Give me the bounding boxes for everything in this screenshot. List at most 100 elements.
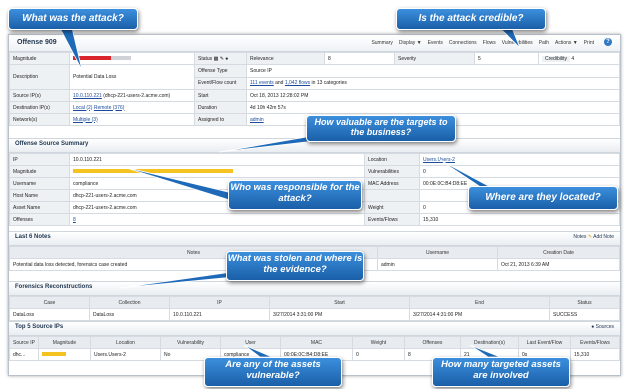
- start-label: Start: [194, 89, 247, 102]
- source-ip-value: 10.0.110.221 (dhcp-221-users-2.acme.com): [69, 89, 195, 102]
- ss-host-label: Host Name: [9, 189, 70, 202]
- forensics-header-collection[interactable]: Collection: [89, 296, 170, 309]
- forensics-header-status[interactable]: Status: [549, 296, 620, 309]
- ss-username-label: Username: [9, 177, 70, 190]
- callout-stolen: What was stolen and where is the evidenc…: [226, 251, 364, 281]
- notes-button[interactable]: Notes: [573, 234, 586, 240]
- start-value: Oct 18, 2013 12:28:02 PM: [246, 89, 620, 102]
- ss-ip-label: IP: [9, 153, 70, 166]
- ip-weight: 0: [351, 348, 405, 361]
- forensics-start: 3/27/2014 3:31:00 PM: [269, 308, 410, 321]
- ss-asset-label: Asset Name: [9, 201, 70, 214]
- ss-offenses-link[interactable]: 8: [73, 217, 76, 223]
- source-ip-host: (dhcp-221-users-2.acme.com): [103, 92, 171, 99]
- ss-weight-label: Weight: [364, 201, 420, 214]
- ip-header-weight[interactable]: Weight: [351, 336, 405, 349]
- dest-ip-label: Destination IP(s): [9, 101, 70, 114]
- toolbar-print[interactable]: Print: [584, 40, 594, 46]
- ip-header-location[interactable]: Location: [89, 336, 161, 349]
- toolbar-path[interactable]: Path: [539, 40, 549, 46]
- magnitude-label: Magnitude: [9, 52, 70, 65]
- top-ips-section: Top 5 Source IPs ● Sources Source IP Mag…: [9, 321, 620, 361]
- ip-header-mac[interactable]: MAC: [279, 336, 353, 349]
- ip-header-events-flows[interactable]: Events/Flows: [569, 336, 620, 349]
- forensics-header-ip[interactable]: IP: [169, 296, 270, 309]
- add-note-button[interactable]: Add Note: [593, 234, 614, 240]
- networks-label: Network(s): [9, 113, 70, 126]
- ip-header-destinations[interactable]: Destination(s): [459, 336, 519, 349]
- add-note-icon: ✎: [587, 234, 593, 240]
- ss-location-link[interactable]: Users.Users-2: [423, 157, 455, 163]
- ip-header-offenses[interactable]: Offenses: [403, 336, 461, 349]
- ss-events-label: Events/Flows: [364, 213, 420, 226]
- forensics-row[interactable]: DataLoss DataLoss 10.0.110.221 3/27/2014…: [9, 308, 620, 321]
- notes-title: Last 6 Notes: [15, 234, 51, 240]
- ip-magnitude-fill: [41, 352, 66, 357]
- toolbar-connections[interactable]: Connections: [449, 40, 477, 46]
- toolbar-summary[interactable]: Summary: [371, 40, 392, 46]
- top-ips-title: Top 5 Source IPs: [15, 324, 64, 330]
- severity-label: Severity: [394, 52, 475, 65]
- sources-button[interactable]: Sources: [596, 324, 614, 330]
- ss-vuln-label: Vulnerabilities: [364, 165, 420, 178]
- status-label: Status ▩ ✎ ●: [194, 52, 247, 65]
- note-date: Oct 21, 2013 6:39 AM: [497, 258, 620, 271]
- assigned-label: Assigned to: [194, 113, 247, 126]
- ss-magnitude-label: Magnitude: [9, 165, 70, 178]
- toolbar-actions[interactable]: Actions ▼: [555, 40, 578, 46]
- offense-type-label: Offense Type: [194, 64, 247, 78]
- credibility-label: Credibility: [542, 55, 570, 62]
- callout-targeted: How many targeted assets are involved: [432, 357, 570, 387]
- ss-ip-value: 10.0.110.221: [69, 153, 365, 166]
- magnitude-empty: [111, 56, 131, 61]
- forensics-header-end[interactable]: End: [409, 296, 550, 309]
- ip-header-magnitude[interactable]: Magnitude: [37, 336, 91, 349]
- duration-label: Duration: [194, 101, 247, 114]
- callout-vulnerable: Are any of the assets vulnerable?: [204, 357, 342, 387]
- callout-what-attack: What was the attack?: [8, 8, 138, 30]
- ss-offenses-value: 8: [69, 213, 365, 226]
- magnitude-red-fill: [73, 56, 111, 61]
- categories-text: in 13 categories: [311, 80, 347, 87]
- forensics-status: SUCCESS: [549, 308, 620, 321]
- notes-header-date[interactable]: Creation Date: [497, 246, 620, 259]
- notes-header-username[interactable]: Username: [377, 246, 498, 259]
- dest-remote-link[interactable]: Remote (376): [94, 105, 125, 111]
- event-flow-value: 111 events and 1,042 flows in 13 categor…: [246, 76, 620, 90]
- toolbar-display[interactable]: Display ▼: [399, 40, 422, 46]
- source-ip-link[interactable]: 10.0.110.221: [73, 93, 102, 99]
- toolbar-events[interactable]: Events: [428, 40, 443, 46]
- ss-empty-label: [364, 189, 420, 202]
- forensics-section: Forensics Reconstructions Case Collectio…: [9, 281, 620, 321]
- ip-header-user[interactable]: User: [219, 336, 281, 349]
- ip-header-vulnerability[interactable]: Vulnerability: [159, 336, 221, 349]
- ip-location: Users.Users-2: [89, 348, 161, 361]
- callout-responsible: Who was responsible for the attack?: [228, 180, 362, 210]
- severity-value: 5: [474, 52, 539, 65]
- relevance-label: Relevance: [246, 52, 325, 65]
- callout-valuable: How valuable are the targets to the busi…: [306, 115, 456, 142]
- forensics-header-case[interactable]: Case: [9, 296, 90, 309]
- ip-header-last-event[interactable]: Last Event/Flow: [517, 336, 571, 349]
- toolbar-flows[interactable]: Flows: [483, 40, 496, 46]
- dest-local-link[interactable]: Local (2): [73, 105, 92, 111]
- forensics-title: Forensics Reconstructions: [9, 281, 620, 296]
- events-link[interactable]: 111 events: [250, 80, 274, 86]
- networks-link[interactable]: Multiple (3): [73, 117, 98, 123]
- event-flow-label: Event/Flow count: [194, 76, 247, 90]
- status-label-text: Status: [198, 55, 213, 62]
- status-icon: ▩: [213, 55, 219, 62]
- ip-header-source[interactable]: Source IP: [9, 336, 39, 349]
- edit-icon[interactable]: ✎: [220, 56, 224, 62]
- toolbar-vulnerabilities[interactable]: Vulnerabilities: [502, 40, 533, 46]
- ss-location-label: Location: [364, 153, 420, 166]
- forensics-header-start[interactable]: Start: [269, 296, 410, 309]
- assigned-link[interactable]: admin: [250, 117, 264, 123]
- flows-link[interactable]: 1,042 flows: [285, 80, 310, 86]
- help-icon[interactable]: ?: [604, 38, 612, 46]
- ss-offenses-label: Offenses: [9, 213, 70, 226]
- offense-toolbar: Summary Display ▼ Events Connections Flo…: [371, 40, 594, 46]
- offense-title: Offense 909: [17, 39, 57, 46]
- sources-icon: ●: [591, 324, 595, 330]
- ip-magnitude: [37, 348, 91, 361]
